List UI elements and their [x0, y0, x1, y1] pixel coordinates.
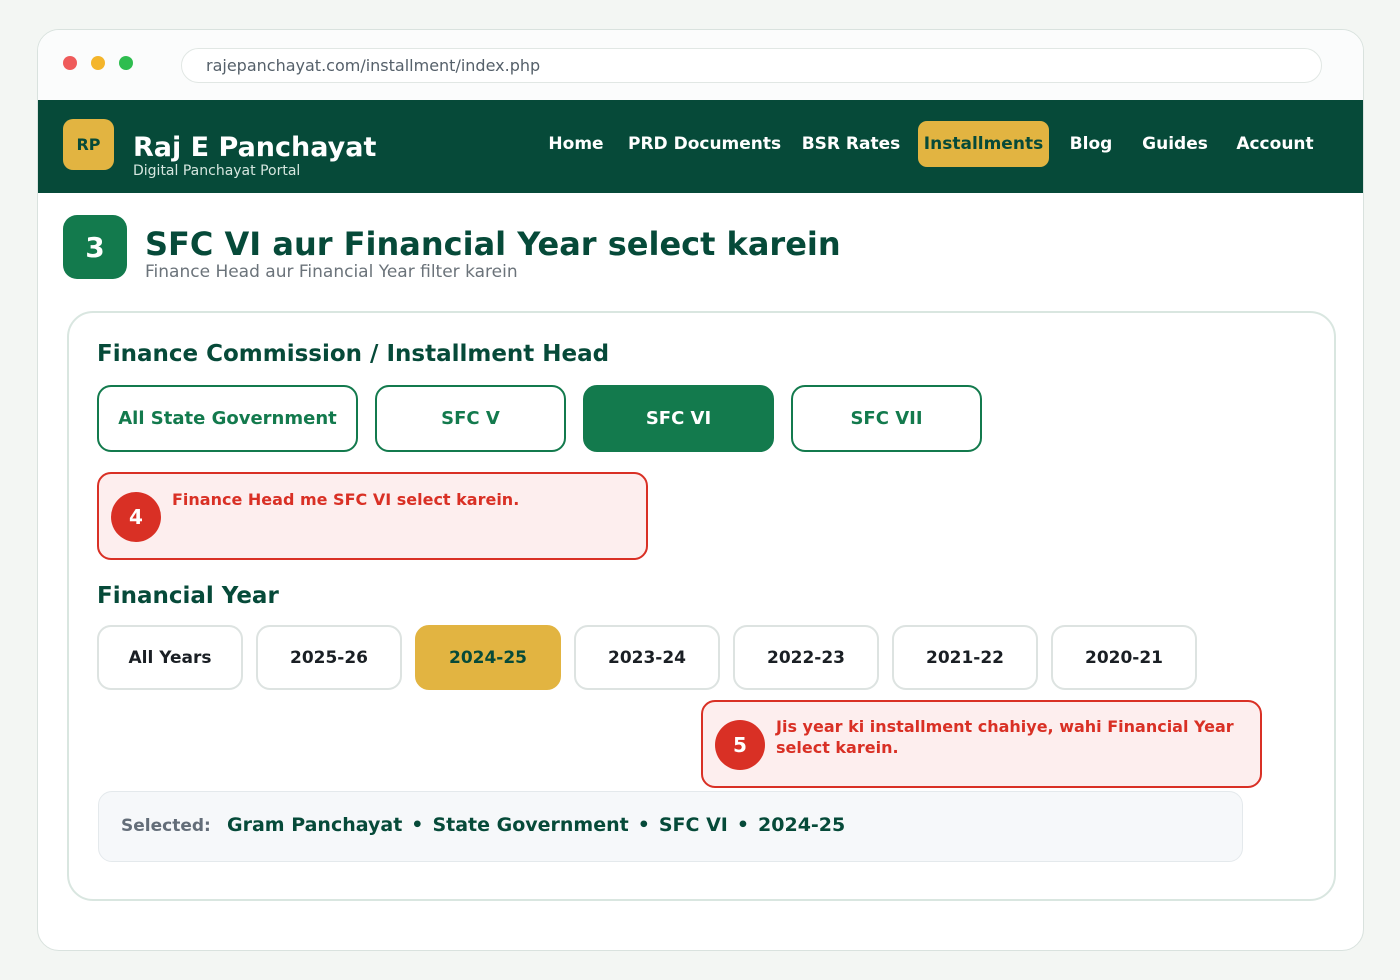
callout-finance-head: 4 Finance Head me SFC VI select karein. [97, 472, 648, 560]
summary-separator: • [637, 814, 650, 836]
summary-value-panchayat: Gram Panchayat [227, 814, 403, 836]
finance-head-option-sfc-v[interactable]: SFC V [375, 385, 566, 452]
callout-text: Finance Head me SFC VI select karein. [172, 490, 520, 509]
nav-blog[interactable]: Blog [1062, 121, 1120, 167]
close-window-dot[interactable] [63, 56, 77, 70]
summary-separator: • [736, 814, 750, 836]
nav-home[interactable]: Home [538, 121, 614, 167]
finance-head-title: Finance Commission / Installment Head [97, 341, 610, 367]
financial-year-title: Financial Year [97, 583, 279, 609]
callout-text: Jis year ki installment chahiye, wahi Fi… [776, 717, 1234, 757]
browser-window: rajepanchayat.com/installment/index.php … [37, 29, 1364, 951]
brand-subtitle: Digital Panchayat Portal [133, 163, 301, 179]
summary-separator: • [411, 814, 424, 836]
year-option-2020-21[interactable]: 2020-21 [1051, 625, 1197, 690]
step-number-badge: 3 [63, 215, 127, 279]
nav-guides[interactable]: Guides [1137, 121, 1213, 167]
year-option-2024-25[interactable]: 2024-25 [415, 625, 561, 690]
year-option-2022-23[interactable]: 2022-23 [733, 625, 879, 690]
year-option-2025-26[interactable]: 2025-26 [256, 625, 402, 690]
filter-card: Finance Commission / Installment Head Al… [67, 311, 1336, 901]
finance-head-option-all-state-government[interactable]: All State Government [97, 385, 358, 452]
summary-value-head: State Government [432, 814, 629, 836]
nav-prd-documents[interactable]: PRD Documents [628, 121, 781, 167]
summary-value-year: 2024-25 [758, 814, 846, 836]
minimize-window-dot[interactable] [91, 56, 105, 70]
callout-financial-year: 5 Jis year ki installment chahiye, wahi … [701, 700, 1262, 788]
brand-title[interactable]: Raj E Panchayat [133, 132, 376, 163]
selection-summary: Selected: Gram Panchayat • State Governmen… [98, 791, 1243, 862]
step-title: SFC VI aur Financial Year select karein [145, 225, 841, 263]
step-subtitle: Finance Head aur Financial Year filter k… [145, 262, 518, 282]
summary-values: Gram Panchayat • State Government • SFC VI • 2… [227, 814, 845, 836]
nav-bsr-rates[interactable]: BSR Rates [800, 121, 902, 167]
finance-head-option-sfc-vii[interactable]: SFC VII [791, 385, 982, 452]
callout-number-badge: 4 [111, 492, 161, 542]
address-bar[interactable]: rajepanchayat.com/installment/index.php [181, 48, 1322, 83]
callout-number-badge: 5 [715, 720, 765, 770]
year-option-2021-22[interactable]: 2021-22 [892, 625, 1038, 690]
site-header: RP Raj E Panchayat Digital Panchayat Por… [38, 100, 1363, 193]
site-logo[interactable]: RP [63, 119, 114, 170]
finance-head-option-sfc-vi[interactable]: SFC VI [583, 385, 774, 452]
summary-label: Selected: [121, 816, 211, 836]
summary-value-commission: SFC VI [658, 814, 728, 836]
year-option-2023-24[interactable]: 2023-24 [574, 625, 720, 690]
year-option-all-years[interactable]: All Years [97, 625, 243, 690]
browser-chrome: rajepanchayat.com/installment/index.php [38, 30, 1363, 100]
nav-account[interactable]: Account [1230, 121, 1320, 167]
maximize-window-dot[interactable] [119, 56, 133, 70]
nav-installments[interactable]: Installments [918, 121, 1049, 167]
